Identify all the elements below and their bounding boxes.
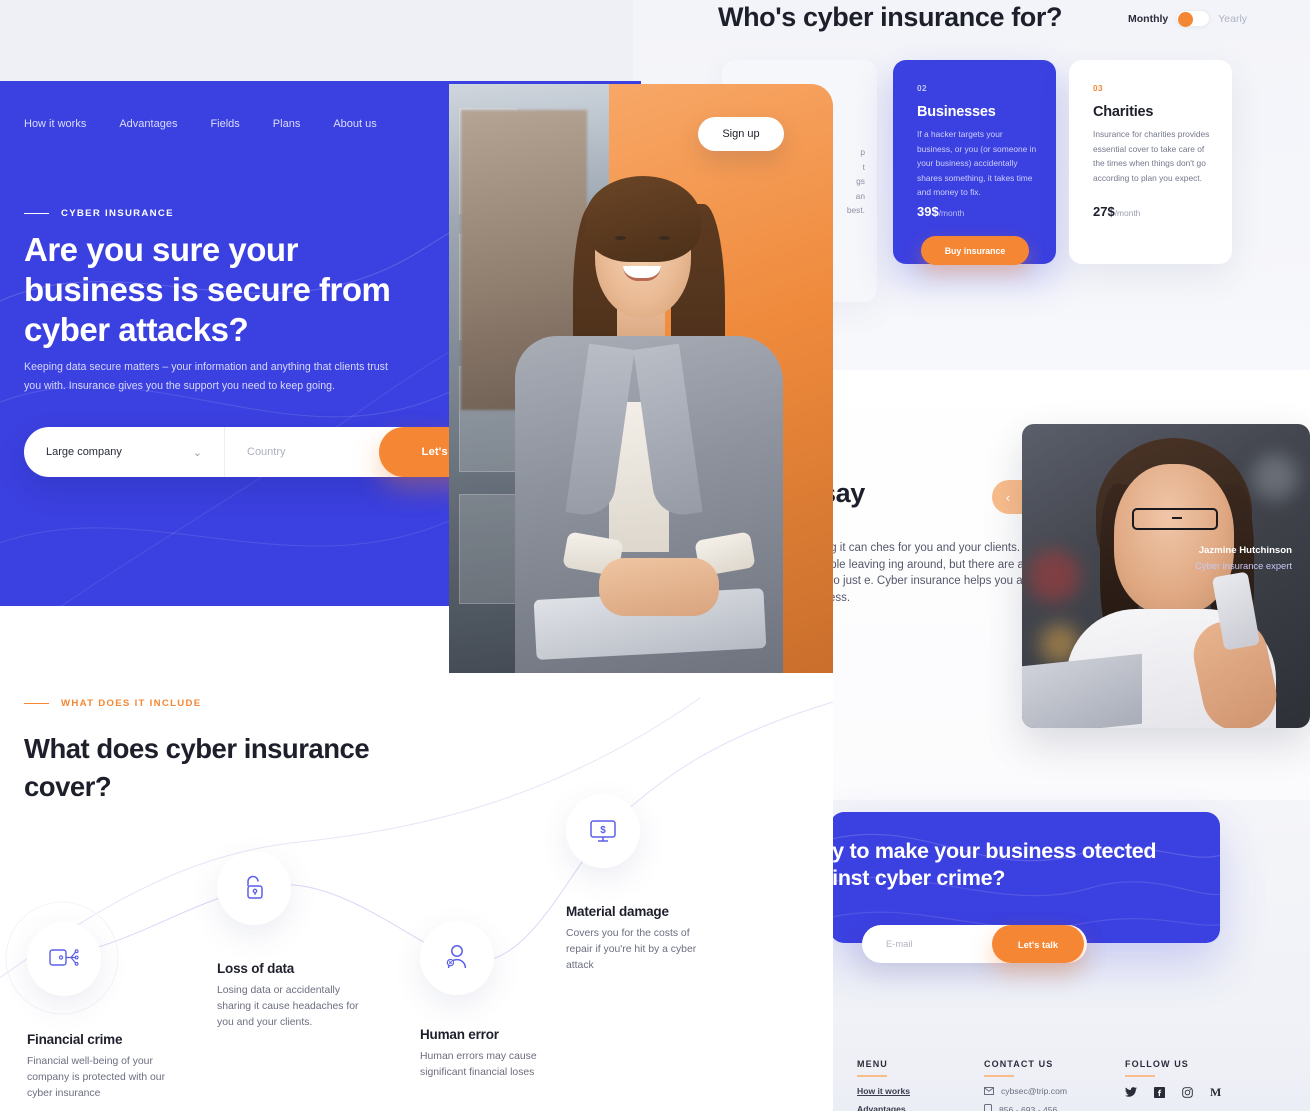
footer-social-list: M (1125, 1086, 1221, 1098)
hero-eyebrow: CYBER INSURANCE (24, 208, 174, 219)
pricing-card-3-price: 27$/month (1093, 204, 1140, 219)
pricing-card-3-number: 03 (1093, 84, 1103, 93)
svg-text:$: $ (600, 825, 606, 836)
hero-eyebrow-text: CYBER INSURANCE (61, 208, 174, 219)
nav-item-about-us[interactable]: About us (333, 118, 376, 130)
pricing-card-2-amount: 39$ (917, 204, 939, 219)
footer-follow-heading: FOLLOW US (1125, 1059, 1189, 1069)
footer-contact-rule (984, 1075, 1014, 1077)
twitter-icon[interactable] (1125, 1087, 1137, 1098)
cta-email-placeholder: E-mail (886, 938, 913, 949)
open-lock-icon-bubble (217, 851, 291, 925)
country-placeholder: Country (247, 446, 286, 458)
footer: MENU How it works Advantages CONTACT US … (833, 1037, 1310, 1111)
toggle-label-monthly: Monthly (1128, 12, 1169, 25)
pricing-card-2-desc: If a hacker targets your business, or yo… (917, 129, 1037, 198)
coverage-heading: What does cyber insurance cover? (24, 733, 370, 802)
buy-insurance-button[interactable]: Buy insurance (921, 236, 1029, 265)
nav-item-how-it-works[interactable]: How it works (24, 118, 86, 130)
phone-icon (984, 1104, 992, 1111)
hero-paragraph: Keeping data secure matters – your infor… (24, 361, 388, 392)
nav-item-plans[interactable]: Plans (273, 118, 301, 130)
footer-menu-heading: MENU (857, 1059, 888, 1069)
top-left-blank-area (0, 0, 633, 81)
nav-item-advantages[interactable]: Advantages (119, 118, 177, 130)
company-size-select[interactable]: Large company ⌄ (24, 427, 224, 477)
coverage-eyebrow: WHAT DOES IT INCLUDE (24, 698, 201, 709)
coverage-item-4-title: Material damage (566, 904, 669, 919)
coverage-item-1-title: Financial crime (27, 1032, 123, 1047)
user-error-icon (446, 945, 467, 969)
billing-period-toggle[interactable]: Monthly Yearly (1128, 10, 1247, 27)
footer-email-text: cybsec@trip.com (1001, 1086, 1068, 1096)
nav-item-fields[interactable]: Fields (210, 118, 239, 130)
pricing-card-3-title: Charities (1093, 104, 1154, 120)
user-error-icon-bubble (420, 921, 494, 995)
monitor-dollar-icon: $ (590, 820, 616, 842)
hero-heading: Are you sure your business is secure fro… (24, 231, 391, 348)
screenshot-stage: Who's cyber insurance for? Monthly Yearl… (0, 0, 1310, 1111)
coverage-item-material-damage: $ Material damage Covers you for the cos… (566, 794, 716, 975)
signup-button[interactable]: Sign up (698, 117, 784, 151)
testimonial-photo (1022, 424, 1310, 728)
coverage-item-2-title: Loss of data (217, 961, 295, 976)
footer-follow-column: FOLLOW US M (1125, 1059, 1221, 1098)
cta-submit-button[interactable]: Let's talk (992, 925, 1084, 963)
toggle-label-yearly: Yearly (1218, 12, 1248, 25)
expert-name: Jazmine Hutchinson (1198, 545, 1292, 556)
coverage-item-2-desc: Losing data or accidentally sharing it c… (217, 985, 359, 1029)
footer-menu-column: MENU How it works Advantages (857, 1059, 910, 1111)
wallet-network-icon-bubble (27, 922, 101, 996)
hero-portrait-photo (449, 84, 833, 673)
facebook-icon[interactable] (1154, 1087, 1165, 1098)
instagram-icon[interactable] (1182, 1087, 1193, 1098)
coverage-item-financial-crime: Financial crime Financial well-being of … (27, 922, 177, 1103)
monitor-dollar-icon-bubble: $ (566, 794, 640, 868)
footer-phone-text: 856 - 693 - 456 (999, 1104, 1058, 1111)
chevron-down-icon: ⌄ (192, 446, 202, 459)
toggle-switch[interactable] (1176, 10, 1211, 27)
wallet-network-icon (49, 949, 79, 966)
expert-role: Cyber insurance expert (1195, 560, 1292, 571)
pricing-card-charities[interactable]: 03 Charities Insurance for charities pro… (1069, 60, 1232, 264)
footer-menu-rule (857, 1075, 887, 1077)
coverage-item-1-desc: Financial well-being of your company is … (27, 1056, 166, 1100)
coverage-eyebrow-text: WHAT DOES IT INCLUDE (61, 698, 202, 709)
footer-follow-rule (1125, 1075, 1155, 1077)
footer-email-row[interactable]: cybsec@trip.com (984, 1086, 1067, 1096)
open-lock-icon (247, 875, 263, 899)
pricing-card-3-amount: 27$ (1093, 204, 1115, 219)
eyebrow-dash-icon (24, 702, 49, 705)
toggle-knob (1178, 12, 1194, 27)
main-nav: How it works Advantages Fields Plans Abo… (24, 118, 377, 130)
coverage-item-3-desc: Human errors may cause significant finan… (420, 1051, 537, 1079)
pricing-card-3-period: /month (1114, 208, 1141, 218)
footer-phone-row[interactable]: 856 - 693 - 456 (984, 1104, 1067, 1111)
hero-expert-caption: Jazmine Hutchinson Cyber insurance exper… (1195, 545, 1292, 571)
coverage-item-loss-of-data: Loss of data Losing data or accidentally… (217, 851, 367, 1032)
footer-link-how-it-works[interactable]: How it works (857, 1086, 910, 1096)
company-size-value: Large company (46, 446, 122, 458)
footer-link-advantages[interactable]: Advantages (857, 1104, 910, 1111)
envelope-icon (984, 1087, 994, 1095)
coverage-item-human-error: Human error Human errors may cause signi… (420, 921, 570, 1081)
coverage-item-4-desc: Covers you for the costs of repair if yo… (566, 928, 697, 972)
pricing-heading: Who's cyber insurance for? (718, 2, 1063, 32)
pricing-card-2-number: 02 (917, 84, 927, 93)
pricing-card-2-title: Businesses (917, 104, 996, 120)
pricing-card-2-price: 39$/month (917, 204, 964, 219)
cta-heading: eady to make your business otected again… (796, 839, 1157, 890)
eyebrow-dash-icon (24, 212, 49, 215)
footer-contact-heading: CONTACT US (984, 1059, 1054, 1069)
coverage-item-3-title: Human error (420, 1027, 499, 1042)
pricing-card-businesses[interactable]: 02 Businesses If a hacker targets your b… (893, 60, 1056, 264)
carousel-prev-icon[interactable]: ‹ (992, 480, 1024, 514)
footer-contact-column: CONTACT US cybsec@trip.com 856 - 693 - 4… (984, 1059, 1067, 1111)
medium-icon[interactable]: M (1210, 1086, 1221, 1098)
pricing-card-3-desc: Insurance for charities provides essenti… (1093, 129, 1210, 183)
pricing-card-2-period: /month (938, 208, 965, 218)
